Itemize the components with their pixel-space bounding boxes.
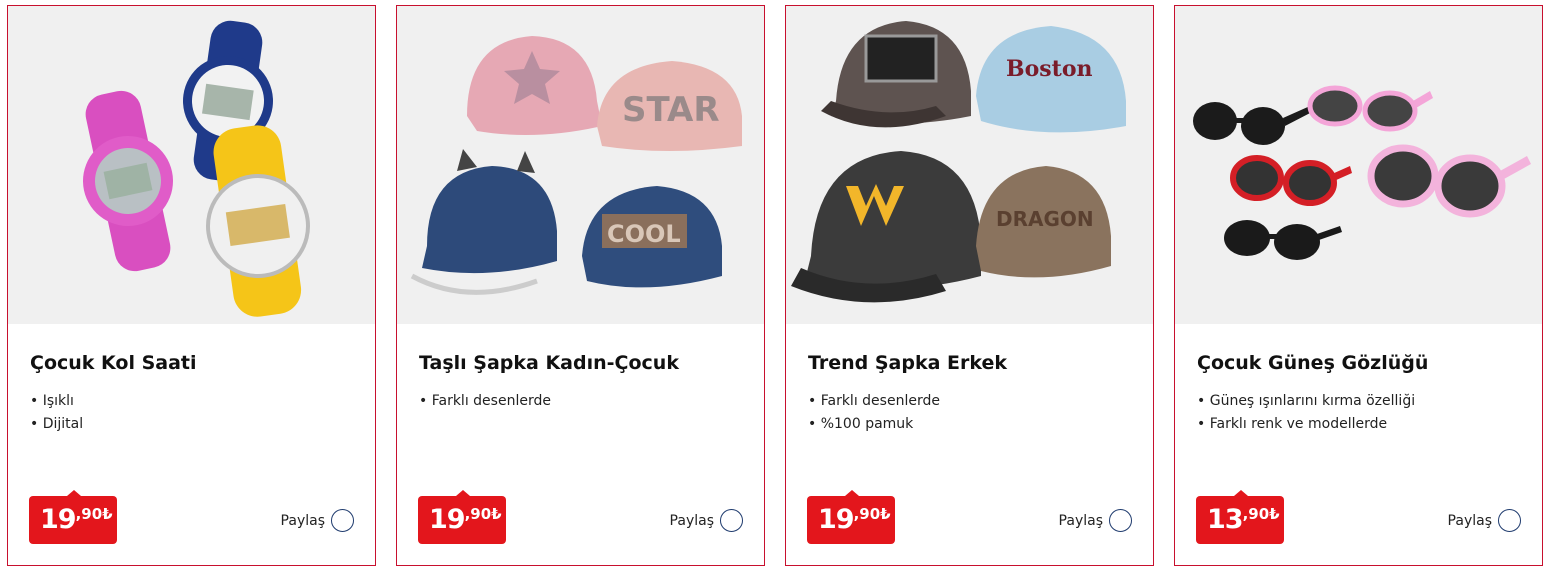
product-card[interactable]: Boston DRAGON Trend Şapka Erkek Farklı d… bbox=[785, 5, 1154, 566]
product-title[interactable]: Çocuk Kol Saati bbox=[30, 352, 197, 374]
feature-item: Farklı desenlerde bbox=[808, 390, 940, 413]
share-button[interactable]: Paylaş bbox=[1059, 509, 1132, 532]
feature-item: Farklı desenlerde bbox=[419, 390, 551, 413]
product-title[interactable]: Çocuk Güneş Gözlüğü bbox=[1197, 352, 1428, 374]
share-circle-icon[interactable] bbox=[1109, 509, 1132, 532]
share-label: Paylaş bbox=[1447, 512, 1492, 529]
price-integer: 19 bbox=[429, 504, 466, 535]
product-title[interactable]: Taşlı Şapka Kadın-Çocuk bbox=[419, 352, 679, 374]
share-button[interactable]: Paylaş bbox=[281, 509, 354, 532]
feature-item: Dijital bbox=[30, 413, 83, 436]
price-decimal: ,90₺ bbox=[75, 505, 113, 523]
share-button[interactable]: Paylaş bbox=[670, 509, 743, 532]
feature-item: Farklı renk ve modellerde bbox=[1197, 413, 1415, 436]
product-card[interactable]: STAR COOL Taşlı Şapka Kadın-Çocuk Farklı… bbox=[396, 5, 765, 566]
price-badge: 13,90₺ bbox=[1196, 490, 1284, 544]
feature-item: Işıklı bbox=[30, 390, 83, 413]
kids-sunglasses-image[interactable] bbox=[1175, 6, 1542, 324]
product-card[interactable]: Çocuk Kol Saati Işıklı Dijital 19,90₺ Pa… bbox=[7, 5, 376, 566]
svg-text:DRAGON: DRAGON bbox=[996, 207, 1094, 231]
price-integer: 19 bbox=[818, 504, 855, 535]
product-card[interactable]: Çocuk Güneş Gözlüğü Güneş ışınlarını kır… bbox=[1174, 5, 1543, 566]
mens-caps-image[interactable]: Boston DRAGON bbox=[786, 6, 1153, 324]
kids-watches-image[interactable] bbox=[8, 6, 375, 324]
svg-text:Boston: Boston bbox=[1006, 56, 1093, 82]
share-label: Paylaş bbox=[280, 512, 325, 529]
price-badge: 19,90₺ bbox=[807, 490, 895, 544]
price-decimal: ,90₺ bbox=[1242, 505, 1280, 523]
price-badge: 19,90₺ bbox=[418, 490, 506, 544]
feature-item: %100 pamuk bbox=[808, 413, 940, 436]
feature-list: Işıklı Dijital bbox=[30, 390, 83, 436]
price-integer: 19 bbox=[40, 504, 77, 535]
feature-list: Farklı desenlerde %100 pamuk bbox=[808, 390, 940, 436]
share-button[interactable]: Paylaş bbox=[1448, 509, 1521, 532]
product-grid: Çocuk Kol Saati Işıklı Dijital 19,90₺ Pa… bbox=[0, 0, 1555, 571]
rhinestone-caps-image[interactable]: STAR COOL bbox=[397, 6, 764, 324]
share-circle-icon[interactable] bbox=[720, 509, 743, 532]
price-badge: 19,90₺ bbox=[29, 490, 117, 544]
feature-item: Güneş ışınlarını kırma özelliği bbox=[1197, 390, 1415, 413]
price-decimal: ,90₺ bbox=[464, 505, 502, 523]
feature-list: Güneş ışınlarını kırma özelliği Farklı r… bbox=[1197, 390, 1415, 436]
price-integer: 13 bbox=[1207, 504, 1244, 535]
svg-text:COOL: COOL bbox=[607, 220, 681, 248]
svg-text:STAR: STAR bbox=[622, 90, 720, 130]
share-circle-icon[interactable] bbox=[331, 509, 354, 532]
share-label: Paylaş bbox=[669, 512, 714, 529]
product-title[interactable]: Trend Şapka Erkek bbox=[808, 352, 1007, 374]
share-label: Paylaş bbox=[1058, 512, 1103, 529]
price-decimal: ,90₺ bbox=[853, 505, 891, 523]
share-circle-icon[interactable] bbox=[1498, 509, 1521, 532]
feature-list: Farklı desenlerde bbox=[419, 390, 551, 413]
